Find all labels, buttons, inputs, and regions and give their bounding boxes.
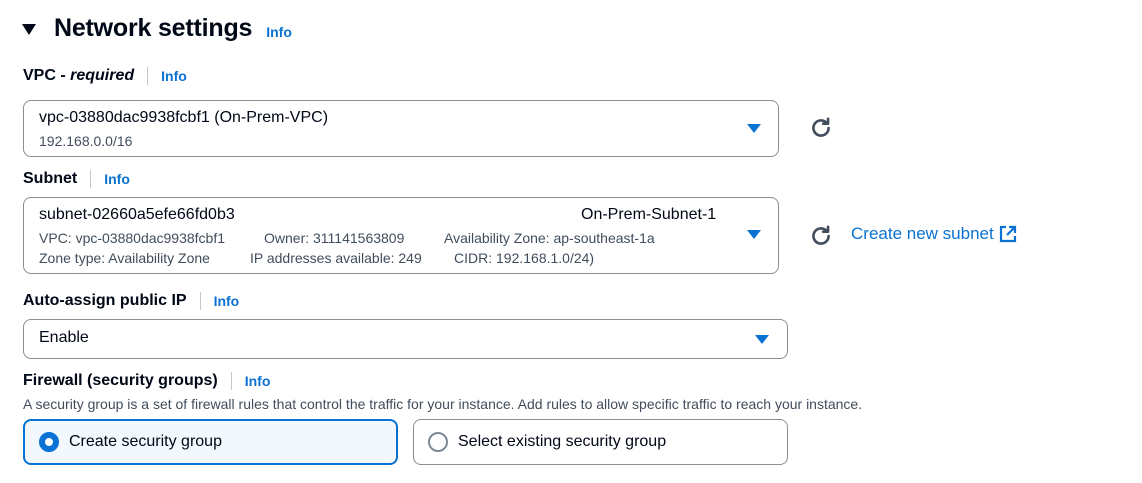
subnet-label-row: Subnet Info [23,170,130,188]
create-security-group-label: Create security group [69,433,222,450]
external-link-icon [999,225,1016,243]
subnet-selected-value: subnet-02660a5efe66fd0b3 [39,206,235,223]
subnet-cidr: CIDR: 192.168.1.0/24) [454,250,595,266]
vpc-selected-value: vpc-03880dac9938fcbf1 (On-Prem-VPC) [39,109,329,126]
vpc-label: VPC - required [23,67,135,84]
vpc-label-row: VPC - required Info [23,67,187,85]
subnet-info-link[interactable]: Info [104,171,130,187]
public-ip-label-row: Auto-assign public IP Info [23,292,239,310]
subnet-owner: Owner: 311141563809 [264,230,405,246]
firewall-label-row: Firewall (security groups) Info [23,372,270,390]
create-new-subnet-label: Create new subnet [851,224,994,243]
firewall-info-link[interactable]: Info [245,373,271,389]
chevron-down-icon [747,124,761,133]
select-existing-security-group-option[interactable]: Select existing security group [413,419,788,465]
collapse-caret-icon[interactable] [22,24,36,35]
create-new-subnet-link[interactable]: Create new subnet [851,224,1017,244]
subnet-ips: IP addresses available: 249 [250,250,422,266]
radio-selected-icon [39,432,59,452]
divider [147,67,149,85]
refresh-icon[interactable] [808,115,834,141]
public-ip-label: Auto-assign public IP [23,292,187,309]
subnet-label: Subnet [23,170,78,187]
section-title: Network settings [54,14,253,42]
create-security-group-option[interactable]: Create security group [23,419,398,465]
divider [230,372,232,390]
public-ip-select[interactable]: Enable [23,319,788,359]
select-existing-security-group-label: Select existing security group [458,433,667,450]
firewall-description: A security group is a set of firewall ru… [23,396,863,412]
section-info-link[interactable]: Info [266,24,292,40]
radio-unselected-icon [428,432,448,452]
subnet-az: Availability Zone: ap-southeast-1a [444,230,655,246]
network-settings-header: Network settings Info [22,14,292,43]
vpc-select[interactable]: vpc-03880dac9938fcbf1 (On-Prem-VPC) 192.… [23,100,779,157]
vpc-info-link[interactable]: Info [161,68,187,84]
subnet-zone-type: Zone type: Availability Zone [39,250,210,266]
refresh-icon[interactable] [808,223,834,249]
subnet-vpc: VPC: vpc-03880dac9938fcbf1 [39,230,226,246]
subnet-select[interactable]: subnet-02660a5efe66fd0b3 On-Prem-Subnet-… [23,197,779,274]
public-ip-info-link[interactable]: Info [214,293,240,309]
chevron-down-icon [747,230,761,239]
chevron-down-icon [755,335,769,344]
vpc-cidr: 192.168.0.0/16 [39,133,133,149]
public-ip-selected-value: Enable [39,329,89,346]
divider [90,170,92,188]
divider [199,292,201,310]
subnet-name: On-Prem-Subnet-1 [581,206,717,223]
firewall-label: Firewall (security groups) [23,372,218,389]
